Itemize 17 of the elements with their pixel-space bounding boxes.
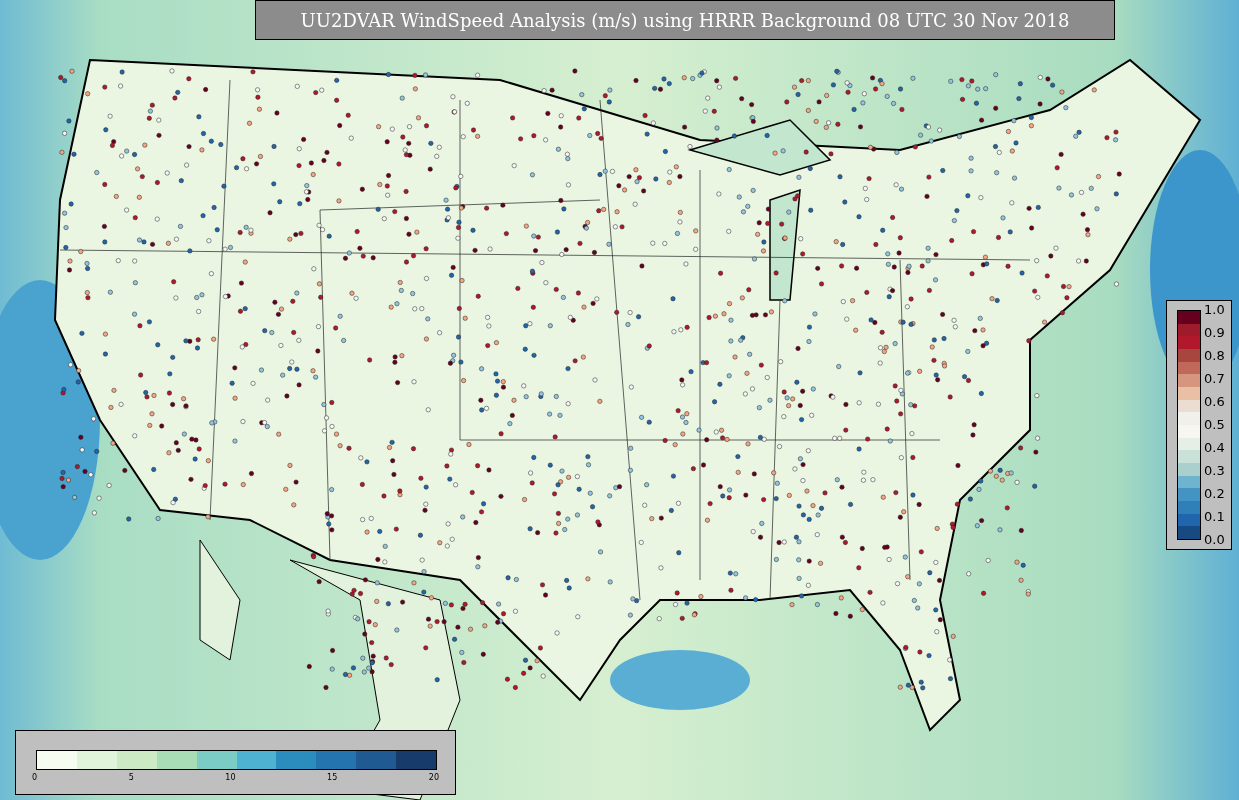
colorbar-tick-label: 0.9 [1204, 325, 1225, 341]
colorbar-tick-label: 0.7 [1204, 371, 1225, 387]
map-title: UU2DVAR WindSpeed Analysis (m/s) using HRRR Background 08 UTC 30 Nov 2018 [255, 0, 1115, 40]
colorbar-tick-label: 5 [128, 773, 134, 782]
colorbar-tick-label: 1.0 [1204, 302, 1225, 318]
colorbar-tick-label: 0.6 [1204, 394, 1225, 410]
colorbar-tick-label: 0 [32, 773, 38, 782]
colorbar-tick-label: 15 [327, 773, 338, 782]
colorbar-tick-label: 0.5 [1204, 417, 1225, 433]
colorbar-tick-label: 0.3 [1204, 463, 1225, 479]
colorbar-tick-label: 0.8 [1204, 348, 1225, 364]
colorbar-tick-label: 0.4 [1204, 440, 1225, 456]
colorbar-tick-label: 20 [428, 773, 439, 782]
colorbar-tick-label: 0.0 [1204, 532, 1225, 548]
colorbar-tick-label: 0.2 [1204, 486, 1225, 502]
colorbar-tick-label: 10 [225, 773, 236, 782]
colorbar-tick-label: 0.1 [1204, 509, 1225, 525]
